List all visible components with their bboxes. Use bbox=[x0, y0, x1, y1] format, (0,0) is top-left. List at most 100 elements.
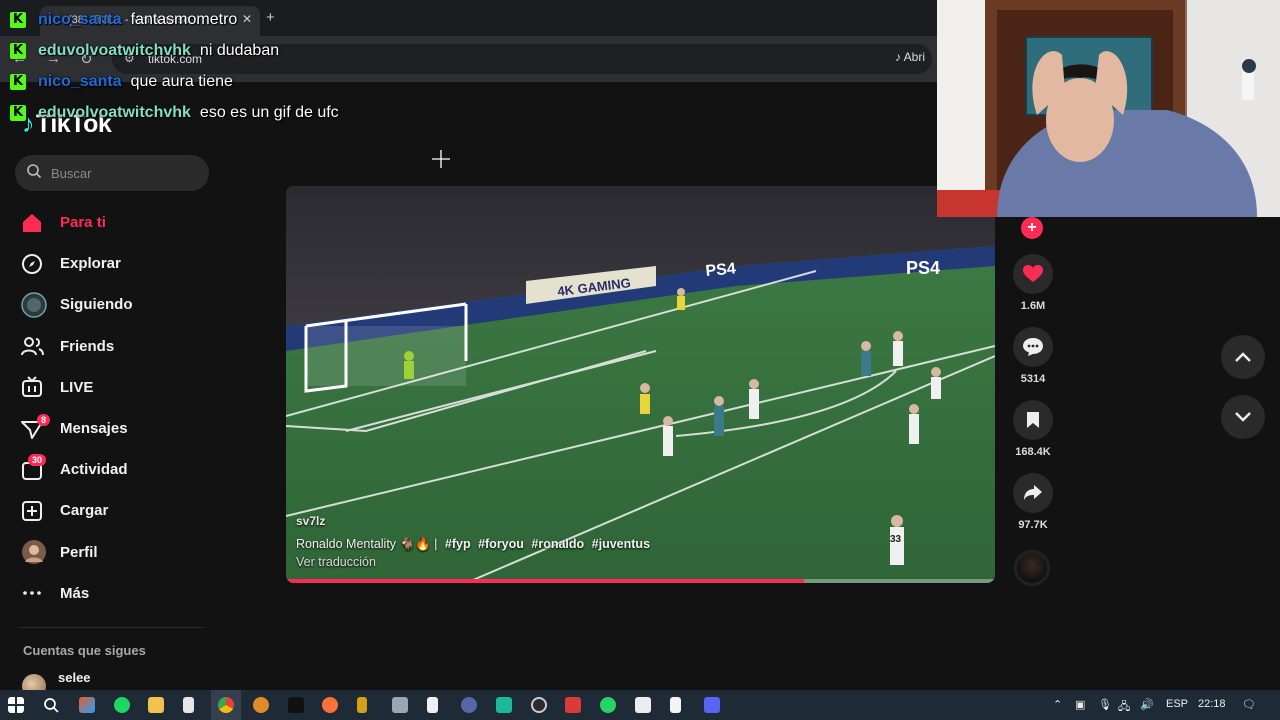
chat-username: eduvolvoatwitchvhk bbox=[38, 103, 191, 121]
music-disc[interactable] bbox=[1014, 550, 1050, 586]
video-username[interactable]: sv7lz bbox=[296, 514, 325, 528]
follow-button[interactable]: + bbox=[1021, 217, 1043, 239]
language-indicator[interactable]: ESP bbox=[1166, 698, 1188, 710]
webcam-overlay bbox=[937, 0, 1280, 217]
compass-icon bbox=[16, 249, 50, 279]
nav-item-perfil[interactable]: Perfil bbox=[16, 532, 216, 573]
previous-video-button[interactable] bbox=[1221, 335, 1265, 379]
chat-username: nico_santa bbox=[38, 10, 122, 28]
see-translation-link[interactable]: Ver traducción bbox=[296, 555, 376, 569]
next-video-button[interactable] bbox=[1221, 395, 1265, 439]
nav-label: Más bbox=[60, 584, 90, 602]
messages-icon: 8 bbox=[16, 413, 51, 444]
share-icon bbox=[1024, 485, 1042, 500]
kick-icon: K bbox=[10, 11, 26, 28]
share-count: 97.7K bbox=[1018, 519, 1048, 531]
comment-action[interactable]: 5314 bbox=[1012, 327, 1054, 385]
comment-icon bbox=[1023, 338, 1043, 356]
whatsapp-icon[interactable] bbox=[600, 697, 616, 713]
video-progress-fill bbox=[286, 579, 804, 583]
nav-item-actividad[interactable]: 30 Actividad bbox=[16, 449, 216, 490]
nav-label: Actividad bbox=[60, 461, 128, 479]
chat-username: eduvolvoatwitchvhk bbox=[38, 41, 191, 59]
microphone-icon[interactable]: 🎙 bbox=[1098, 698, 1112, 711]
search-box[interactable] bbox=[15, 155, 209, 191]
chevron-down-icon bbox=[1235, 412, 1251, 422]
nav-item-cargar[interactable]: Cargar bbox=[16, 490, 216, 531]
windows-start-icon[interactable] bbox=[8, 697, 24, 713]
account-name[interactable]: selee bbox=[58, 670, 91, 685]
share-button[interactable] bbox=[1013, 473, 1053, 513]
brave-icon[interactable] bbox=[253, 697, 269, 713]
app-tray-icon[interactable]: ▣ bbox=[1075, 698, 1085, 711]
obs-icon[interactable] bbox=[531, 697, 547, 713]
capcut-icon[interactable] bbox=[635, 697, 651, 713]
home-icon bbox=[16, 208, 50, 238]
media-icon[interactable] bbox=[461, 697, 477, 713]
nav-item-mensajes[interactable]: 8 Mensajes bbox=[16, 408, 216, 449]
like-button[interactable] bbox=[1013, 254, 1053, 294]
like-action[interactable]: 1.6M bbox=[1012, 254, 1054, 312]
chat-text: que aura tiene bbox=[130, 72, 233, 90]
comment-button[interactable] bbox=[1013, 327, 1053, 367]
hashtag-link[interactable]: #juventus bbox=[592, 537, 650, 551]
kick-icon: K bbox=[10, 73, 26, 90]
chrome-icon[interactable] bbox=[218, 697, 234, 713]
hashtag-link[interactable]: #fyp bbox=[445, 537, 471, 551]
video-player[interactable]: 4K GAMING PS4 PS4 33 sv7lz Ronaldo Menta… bbox=[286, 186, 995, 583]
nav-item-para-ti[interactable]: Para ti bbox=[16, 202, 216, 243]
clock[interactable]: 22:18 bbox=[1198, 698, 1226, 710]
save-button[interactable] bbox=[1013, 400, 1053, 440]
nav-item-siguiendo[interactable]: Siguiendo bbox=[16, 284, 216, 325]
discord-icon[interactable] bbox=[704, 697, 720, 713]
notes-icon[interactable] bbox=[427, 697, 438, 713]
network-icon[interactable]: 🖧 bbox=[1118, 698, 1130, 717]
nav-item-live[interactable]: LIVE bbox=[16, 367, 216, 408]
volume-icon[interactable]: 🔊 bbox=[1140, 698, 1154, 711]
chat-username: nico_santa bbox=[38, 72, 122, 90]
like-count: 1.6M bbox=[1020, 300, 1046, 312]
taskbar: ⌃ ▣ 🎙 🖧 🔊 ESP 22:18 🗨 bbox=[0, 690, 1280, 720]
sidebar-divider bbox=[18, 627, 204, 628]
nav-label: Friends bbox=[60, 337, 115, 355]
chat-message: K eduvolvoatwitchvhk ni dudaban bbox=[10, 35, 339, 66]
hashtag-link[interactable]: #ronaldo bbox=[531, 537, 584, 551]
document-icon[interactable] bbox=[670, 697, 681, 713]
player-number: 33 bbox=[890, 534, 902, 545]
share-action[interactable]: 97.7K bbox=[1012, 473, 1054, 531]
copilot-icon[interactable] bbox=[79, 697, 95, 713]
messages-badge: 8 bbox=[37, 413, 51, 426]
firefox-icon[interactable] bbox=[322, 697, 338, 713]
board-text-ps4-1: PS4 bbox=[705, 260, 737, 280]
nav-label: Perfil bbox=[60, 543, 98, 561]
file-explorer-icon[interactable] bbox=[148, 697, 164, 713]
notifications-icon[interactable]: 🗨 bbox=[1242, 698, 1256, 711]
search-taskbar-icon[interactable] bbox=[43, 697, 59, 713]
show-hidden-icons[interactable]: ⌃ bbox=[1053, 698, 1062, 711]
video-progress-bar[interactable] bbox=[286, 579, 995, 583]
nav-item-mas[interactable]: Más bbox=[16, 573, 216, 614]
tool-icon[interactable] bbox=[392, 697, 408, 713]
nav-item-friends[interactable]: Friends bbox=[16, 326, 216, 367]
editor-icon[interactable] bbox=[496, 697, 512, 713]
recorder-icon[interactable] bbox=[565, 697, 581, 713]
friends-icon bbox=[16, 331, 50, 361]
chat-text: ni dudaban bbox=[199, 41, 280, 59]
spotify-icon[interactable] bbox=[114, 697, 130, 713]
tiktok-taskbar-icon[interactable] bbox=[288, 697, 304, 713]
caption-text: Ronaldo Mentality 🐐🔥 | bbox=[296, 537, 438, 551]
save-action[interactable]: 168.4K bbox=[1012, 400, 1054, 458]
save-count: 168.4K bbox=[1015, 446, 1051, 458]
chat-message: K nico_santa fantasmometro bbox=[10, 4, 339, 35]
nav-item-explorar[interactable]: Explorar bbox=[16, 243, 216, 284]
activity-icon: 30 bbox=[16, 453, 50, 485]
open-app-button[interactable]: ♪ Abri bbox=[895, 50, 925, 64]
nav-label: Cargar bbox=[60, 502, 109, 520]
hashtag-link[interactable]: #foryou bbox=[478, 537, 524, 551]
stream-chat-overlay: K nico_santa fantasmometro K eduvolvoatw… bbox=[10, 4, 339, 128]
search-input[interactable] bbox=[51, 155, 201, 191]
comment-count: 5314 bbox=[1020, 373, 1046, 385]
file-icon[interactable] bbox=[183, 697, 194, 713]
search-icon bbox=[27, 164, 42, 179]
app-icon[interactable] bbox=[357, 697, 367, 713]
